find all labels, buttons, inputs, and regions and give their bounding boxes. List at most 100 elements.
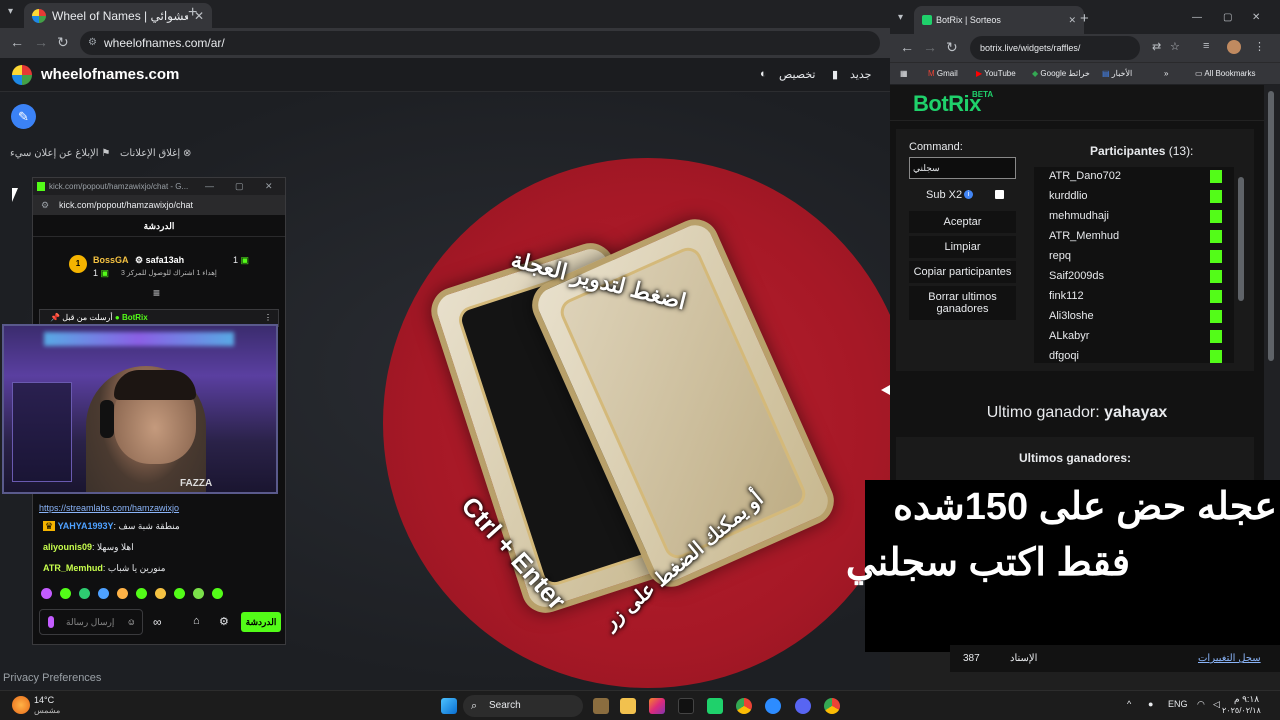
emote-icon[interactable] [79,588,90,599]
forward-icon[interactable]: → [923,39,937,55]
close-icon[interactable]: ✕ [1068,6,1076,34]
botrix-address-bar[interactable]: botrix.live/widgets/raffles/ [970,36,1140,60]
maximize-icon[interactable]: ▢ [235,178,244,195]
discord-icon[interactable] [795,698,811,714]
language-indicator[interactable]: ENG [1168,699,1188,709]
emote-icon[interactable] [98,588,109,599]
tiktok-icon[interactable] [678,698,694,714]
emote-icon[interactable] [60,588,71,599]
list-item[interactable]: kurddlio [1034,187,1224,207]
clear-button[interactable]: Limpiar [909,236,1016,258]
message-user[interactable]: ATR_Memhud [43,563,103,573]
back-icon[interactable]: ← [900,39,914,55]
copy-participants-button[interactable]: Copiar participantes [909,261,1016,283]
emote-icon[interactable] [41,588,52,599]
microphone-icon[interactable]: ● [1148,699,1153,709]
network-icon[interactable]: ◠ [1197,699,1205,710]
file-icon[interactable]: ▮ [832,68,838,81]
list-item[interactable]: repq [1034,247,1224,267]
emote-icon[interactable] [136,588,147,599]
list-item[interactable]: Saif2009ds [1034,267,1224,287]
accept-button[interactable]: Aceptar [909,211,1016,233]
emote-icon[interactable] [174,588,185,599]
apps-grid-icon[interactable]: ▦ [900,69,908,78]
tab-search-icon[interactable]: ▾ [898,12,903,23]
site-info-icon[interactable]: ⚙ [41,195,49,215]
sub-x2-checkbox[interactable] [995,190,1004,199]
expand-icon[interactable]: ≡ [153,286,160,300]
emote-icon[interactable] [193,588,204,599]
close-ads-link[interactable]: إغلاق الإعلانات ⊗ [120,148,191,159]
chrome-icon[interactable] [824,698,840,714]
spin-wheel[interactable]: اضغط لتدوير العجلة أو يمكنك الضغط على زر… [383,158,913,688]
tab-wheelofnames[interactable]: Wheel of Names | عجلة الاسم العشوائي ✕ [24,3,212,28]
settings-icon[interactable]: ⚙ [219,615,229,628]
forward-icon[interactable]: → [34,34,48,50]
file-explorer-icon[interactable] [620,698,636,714]
tray-overflow-icon[interactable]: ^ [1127,699,1131,709]
infinity-icon[interactable]: ∞ [153,615,162,629]
all-bookmarks[interactable]: ▭ All Bookmarks [1195,69,1255,78]
scrollbar-thumb[interactable] [1268,91,1274,361]
tab-botrix[interactable]: BotRix | Sorteos ✕ [914,6,1084,34]
bookmark-star-icon[interactable]: ☆ [1170,40,1180,53]
list-item[interactable]: fink112 [1034,287,1224,307]
microphone-icon[interactable] [48,616,54,628]
menu-new[interactable]: جديد [850,68,871,81]
new-tab-icon[interactable]: + [1080,10,1089,27]
edge-icon[interactable] [765,698,781,714]
emoji-icon[interactable]: ☺ [127,610,136,634]
emote-icon[interactable] [117,588,128,599]
menu-customize[interactable]: تخصيص [779,68,816,81]
palette-icon[interactable]: ◐ [760,68,767,80]
chat-message-input[interactable]: إرسال رسالة ☺ [39,609,143,635]
back-icon[interactable]: ← [10,34,24,50]
address-bar[interactable]: ⚙ wheelofnames.com/ar/ [80,31,880,55]
bookmark-youtube[interactable]: ▶ YouTube [976,69,1016,78]
translate-icon[interactable]: ⇄ [1152,40,1161,53]
participants-list[interactable]: ATR_Dano702 kurddlio mehmudhaji ATR_Memh… [1034,167,1234,363]
scrollbar-thumb[interactable] [1238,177,1244,301]
tab-search-icon[interactable]: ▾ [8,6,13,17]
message-user[interactable]: aliyounis09 [43,542,92,552]
botrix-logo[interactable]: BotRix [913,91,981,117]
bookmark-news[interactable]: ▤ الأخبار [1102,69,1132,78]
clock-date[interactable]: ٢٠٢٥/٠٢/١٨ [1222,706,1261,715]
message-user[interactable]: YAHYA1993Y [58,521,114,531]
site-brand[interactable]: wheelofnames.com [41,66,179,83]
bookmark-gmail[interactable]: M Gmail [928,69,958,78]
emote-icon[interactable] [212,588,223,599]
taskbar-search[interactable]: ⌕ Search [463,695,583,717]
menu-icon[interactable]: ⋮ [1254,40,1265,53]
chat-address-bar[interactable]: ⚙ kick.com/popout/hamzawixjo/chat [33,195,285,215]
privacy-preferences-link[interactable]: Privacy Preferences [3,672,101,684]
message-link-text[interactable]: https://streamlabs.com/hamzawixjo [39,503,179,513]
whatsapp-icon[interactable] [707,698,723,714]
close-window-icon[interactable]: ✕ [1252,12,1260,23]
logo-icon[interactable] [12,65,32,85]
info-icon[interactable]: i [964,190,973,199]
participants-scrollbar[interactable] [1236,167,1246,363]
chat-send-button[interactable]: الدردشة [241,612,281,632]
profile-avatar[interactable] [1227,40,1241,54]
report-ad-link[interactable]: الإبلاغ عن إعلان سيء ⚑ [10,148,110,159]
clear-winners-button[interactable]: Borrar ultimos ganadores [909,286,1016,320]
reload-icon[interactable]: ↻ [946,39,958,56]
list-item[interactable]: Ali3loshe [1034,307,1224,327]
minimize-icon[interactable]: — [1192,12,1202,23]
bookmarks-overflow-icon[interactable]: » [1164,69,1168,78]
reload-icon[interactable]: ↻ [57,34,69,51]
minimize-icon[interactable]: — [205,178,214,195]
volume-icon[interactable]: ◁ [1213,699,1220,710]
weather-icon[interactable] [12,696,30,714]
list-item[interactable]: ALkabyr [1034,327,1224,347]
reading-list-icon[interactable]: ≡ [1203,40,1209,52]
emote-icon[interactable] [155,588,166,599]
list-item[interactable]: ATR_Memhud [1034,227,1224,247]
clock-time[interactable]: ٩:١٨ م [1234,694,1259,705]
bookmark-maps[interactable]: ◆ Google خرائط [1032,69,1090,78]
page-scrollbar[interactable] [1264,85,1280,490]
chrome-icon[interactable] [736,698,752,714]
list-item[interactable]: mehmudhaji [1034,207,1224,227]
widget-icon[interactable] [593,698,609,714]
